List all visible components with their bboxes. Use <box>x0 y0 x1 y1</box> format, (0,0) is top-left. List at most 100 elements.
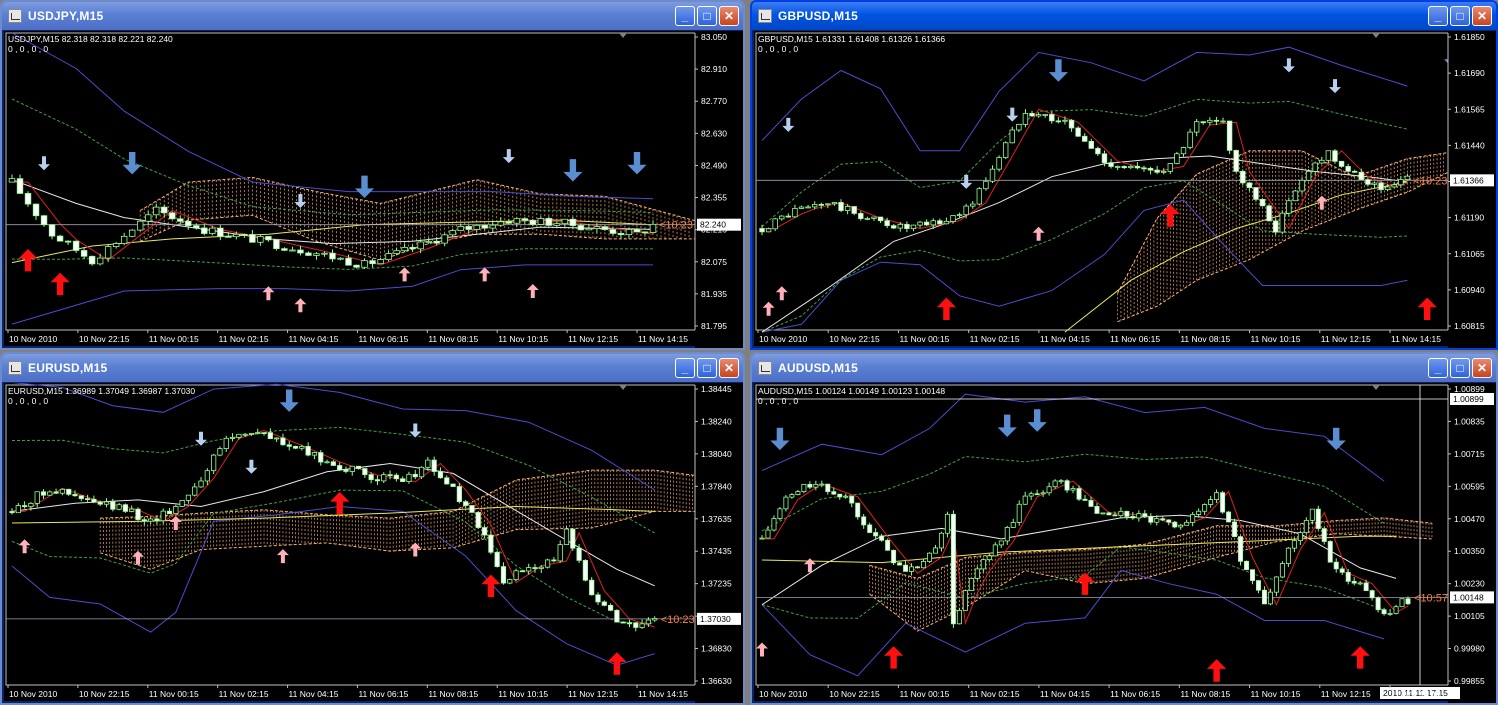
maximize-button[interactable]: □ <box>697 358 717 378</box>
candle-body <box>198 480 204 488</box>
candle-body <box>1250 569 1255 581</box>
candle-body <box>400 478 406 483</box>
cloud-span-b <box>1117 165 1461 323</box>
time-tick-label: 10 Nov 2010 <box>759 334 807 344</box>
candle-body <box>825 203 831 206</box>
candle-body <box>381 474 387 482</box>
arrow-down-icon <box>38 156 50 171</box>
chart-window-gbpusd[interactable]: GBPUSD,M15 _ □ ✕ <10:23 1.61850 1.61690 1.6… <box>750 0 1498 350</box>
arrow-down-icon <box>245 459 258 474</box>
close-button[interactable]: ✕ <box>719 6 739 26</box>
candle-body <box>1233 149 1239 172</box>
candle-body <box>1279 563 1285 578</box>
title-bar[interactable]: GBPUSD,M15 _ □ ✕ <box>752 2 1496 30</box>
chart-window-usdjpy[interactable]: USDJPY,M15 _ □ ✕ <10:23 83.050 82.910 82.77… <box>0 0 745 350</box>
candle-body <box>1351 580 1357 584</box>
candle-body <box>625 229 633 236</box>
candle-body <box>1042 114 1048 116</box>
candle-body <box>989 168 996 182</box>
moving-average-slow <box>761 514 1397 606</box>
time-tick-label: 10 Nov 2010 <box>759 689 807 699</box>
chart-window-audusd[interactable]: AUDUSD,M15 _ □ ✕ <10:57 1.00899 1.00835 1.0… <box>750 352 1498 705</box>
candle-body <box>286 444 292 447</box>
candle-body <box>777 508 783 519</box>
price-tick-label: 1.37635 <box>701 514 732 524</box>
candle-body <box>909 566 915 572</box>
candle-body <box>1338 160 1345 167</box>
close-button[interactable]: ✕ <box>1472 358 1492 378</box>
candle-body <box>620 621 626 624</box>
chart-window-eurusd[interactable]: EURUSD,M15 _ □ ✕ <10:23 1.38445 1.38240 1.3… <box>0 352 745 705</box>
price-chart[interactable]: <10:231.618501.616901.615651.614401.6131… <box>754 31 1498 348</box>
price-tick-label: 1.00350 <box>1454 546 1485 556</box>
time-tick-label: 11 Nov 00:15 <box>149 334 199 344</box>
price-chart[interactable]: <10:23 83.050 82.910 82.770 82.630 82.490 82.3… <box>4 31 745 348</box>
plot-frame <box>5 32 696 331</box>
candle-body <box>1208 499 1214 505</box>
minimize-button[interactable]: _ <box>1428 358 1448 378</box>
price-chart[interactable]: <10:57 1.00899 1.00835 1.00715 1.00595 1.0047… <box>754 383 1498 703</box>
candle-body <box>129 508 135 512</box>
candle-body <box>551 559 557 562</box>
candle-body <box>1214 492 1220 500</box>
arrow-down-icon <box>627 152 647 175</box>
candle-body <box>1141 167 1147 170</box>
envelope-upper <box>761 98 1408 228</box>
candle-body <box>996 157 1002 170</box>
candle-body <box>229 437 236 439</box>
bar-timer: <10:23 <box>661 614 695 626</box>
arrow-down-icon <box>122 152 142 175</box>
arrow-down-icon <box>354 175 375 198</box>
candle-body <box>368 474 374 481</box>
maximize-button[interactable]: □ <box>697 6 717 26</box>
candle-body <box>825 483 831 493</box>
maximize-button[interactable]: □ <box>1450 358 1470 378</box>
title-bar[interactable]: EURUSD,M15 _ □ ✕ <box>2 354 743 382</box>
title-bar[interactable]: AUDUSD,M15 _ □ ✕ <box>752 354 1496 382</box>
arrow-up-icon <box>478 267 491 282</box>
candle-body <box>280 437 286 446</box>
candle-body <box>759 537 765 540</box>
maximize-button[interactable]: □ <box>1450 6 1470 26</box>
candle-body <box>1297 532 1303 542</box>
price-tick-label: 1.37435 <box>701 546 732 556</box>
close-button[interactable]: ✕ <box>1472 6 1492 26</box>
close-button[interactable]: ✕ <box>719 358 739 378</box>
candle-body <box>1022 113 1029 125</box>
candle-body <box>937 220 943 225</box>
candle-body <box>201 227 208 234</box>
candle-body <box>97 501 103 505</box>
candle-body <box>387 474 393 477</box>
indicator-values: 0 , 0 , 0 , 0 <box>758 396 799 406</box>
candle-body <box>1184 521 1190 526</box>
candle-body <box>374 479 381 482</box>
candle-body <box>48 224 56 237</box>
time-tick-label: 10 Nov 22:15 <box>79 689 130 699</box>
candle-body <box>1187 131 1193 148</box>
title-bar[interactable]: USDJPY,M15 _ □ ✕ <box>2 2 743 30</box>
price-chart[interactable]: <10:23 1.38445 1.38240 1.38040 1.37840 1.3763… <box>4 383 745 703</box>
time-tick-label: 11 Nov 10:15 <box>1251 334 1301 344</box>
chart-area[interactable]: <10:57 1.00899 1.00835 1.00715 1.00595 1.0047… <box>754 383 1496 703</box>
candle-body <box>921 561 926 569</box>
chart-area[interactable]: <10:23 1.38445 1.38240 1.38040 1.37840 1.3763… <box>4 383 743 703</box>
candle-body <box>765 228 772 233</box>
candle-body <box>1220 120 1226 123</box>
chart-area[interactable]: <10:23 83.050 82.910 82.770 82.630 82.490 82.3… <box>4 31 743 348</box>
candle-body <box>1112 514 1118 517</box>
candle-body <box>425 240 432 243</box>
minimize-button[interactable]: _ <box>1428 6 1448 26</box>
chart-area[interactable]: <10:231.618501.616901.615651.614401.6131… <box>754 31 1496 348</box>
candle-body <box>66 488 72 495</box>
minimize-button[interactable]: _ <box>675 358 695 378</box>
candle-body <box>1118 510 1124 517</box>
candle-body <box>1046 486 1052 494</box>
candle-body <box>585 228 593 231</box>
minimize-button[interactable]: _ <box>675 6 695 26</box>
candle-body <box>34 491 40 504</box>
arrow-up-icon <box>481 574 501 597</box>
candle-body <box>789 494 795 498</box>
candle-body <box>1114 166 1121 168</box>
candle-body <box>497 221 504 226</box>
candle-body <box>488 534 494 553</box>
